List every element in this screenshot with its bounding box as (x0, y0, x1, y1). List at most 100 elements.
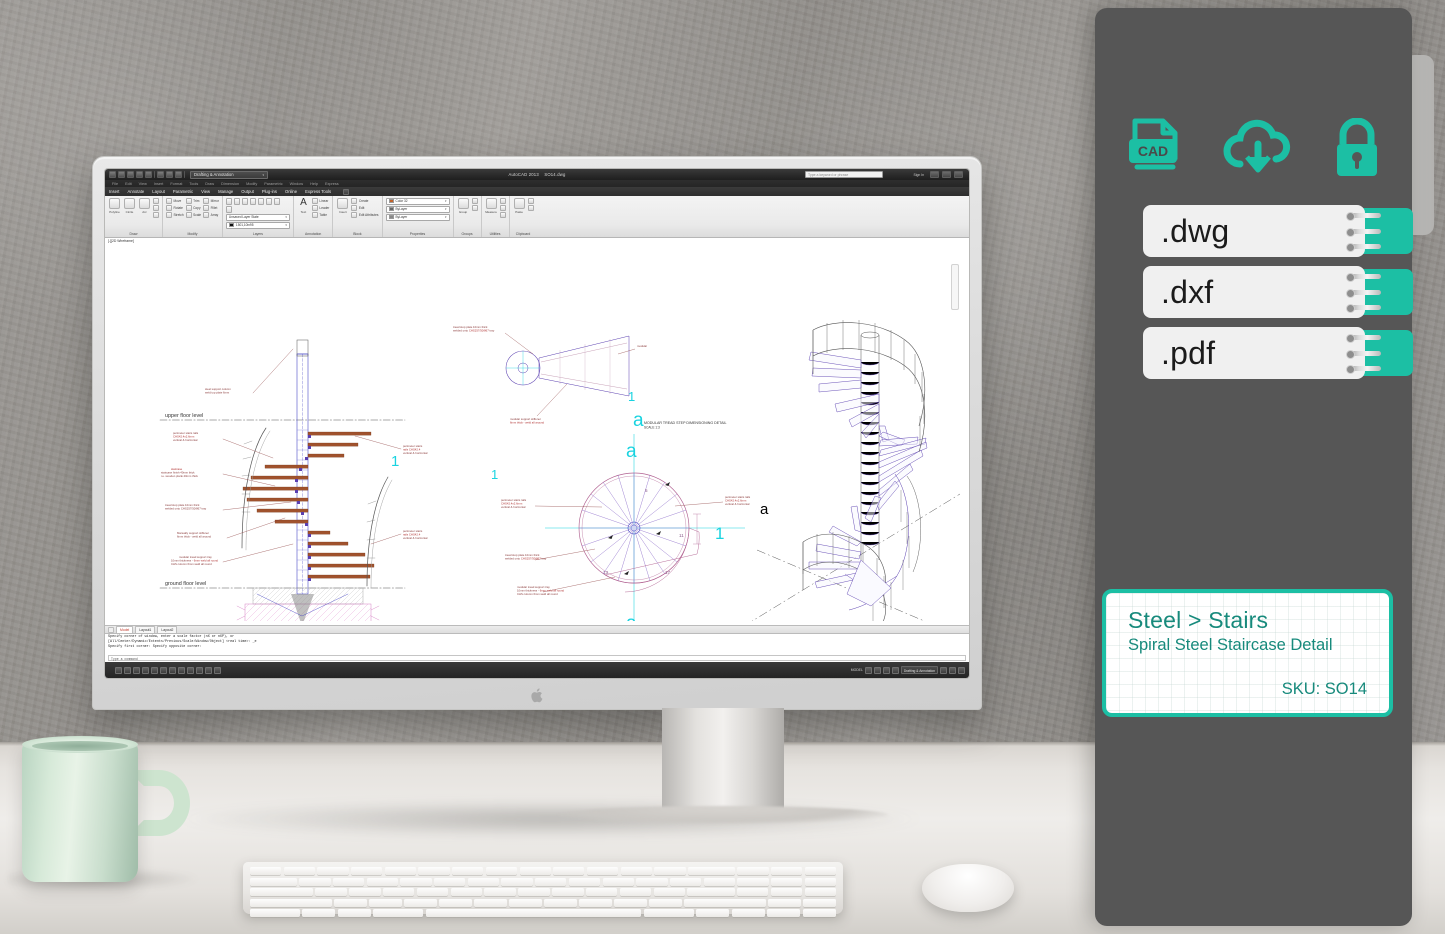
clipboard-extra[interactable] (527, 198, 534, 211)
key[interactable] (614, 898, 647, 907)
mouse[interactable] (922, 864, 1014, 912)
selection-cycling-icon[interactable] (214, 666, 221, 674)
block-buttons[interactable]: Insert Create Edit Edit Attributes (336, 198, 379, 224)
hardware-acceleration-icon[interactable] (940, 666, 947, 674)
key[interactable] (250, 898, 332, 907)
key[interactable] (250, 909, 300, 918)
key[interactable] (687, 888, 735, 897)
object-snap-icon[interactable] (151, 666, 158, 674)
area-button[interactable] (499, 212, 506, 218)
clipboard-buttons[interactable]: Paste (513, 198, 534, 224)
quick-calc-button[interactable] (499, 198, 506, 204)
key[interactable] (619, 888, 652, 897)
leader-button[interactable]: Leader (311, 205, 329, 211)
dynamic-input-icon[interactable] (178, 666, 185, 674)
ribbon-tab-annotate[interactable]: Annotate (127, 189, 144, 194)
menu-item-insert[interactable]: Insert (154, 182, 164, 186)
table-button[interactable]: Table (311, 212, 329, 218)
trim-button[interactable]: Mirror (203, 198, 219, 204)
menu-item-dimension[interactable]: Dimension (221, 182, 239, 186)
arc-button[interactable]: Arc (138, 198, 151, 224)
insert-block-button[interactable]: Insert (336, 198, 349, 224)
key[interactable] (418, 867, 450, 875)
ribbon-minimize-icon[interactable] (343, 188, 350, 195)
menu-item-view[interactable]: View (139, 182, 147, 186)
layout-tab-layout1[interactable]: Layout1 (135, 626, 156, 633)
ribbon-tab-bar[interactable]: Insert Annotate Layout Parametric View M… (105, 187, 969, 196)
keyboard-row-4[interactable] (250, 898, 836, 907)
key[interactable] (770, 888, 803, 897)
rotate-button[interactable]: Trim (185, 198, 201, 204)
key[interactable] (585, 888, 618, 897)
edit-block-button[interactable]: Edit (351, 205, 378, 211)
move-button[interactable]: Move (166, 198, 184, 204)
key[interactable] (653, 888, 685, 897)
key[interactable] (768, 898, 801, 907)
key[interactable] (804, 867, 836, 875)
close-button[interactable] (954, 171, 963, 178)
array-button[interactable]: Array (203, 212, 219, 218)
menu-item-format[interactable]: Format (170, 182, 182, 186)
quick-access-toolbar[interactable] (105, 171, 185, 178)
menu-item-parametric[interactable]: Parametric (264, 182, 282, 186)
layer-off-icon[interactable] (233, 198, 241, 205)
transparency-icon[interactable] (196, 666, 203, 674)
key[interactable] (283, 867, 315, 875)
lineweight-combo[interactable]: ByLayer ▾ (385, 214, 450, 221)
menu-item-help[interactable]: Help (310, 182, 318, 186)
copy-clip-button[interactable] (527, 205, 534, 211)
layout-tab-model[interactable]: Model (116, 626, 134, 633)
mirror-button[interactable]: Copy (185, 205, 201, 211)
annotation-visibility-icon[interactable] (882, 666, 890, 674)
key[interactable] (302, 909, 336, 918)
key[interactable] (803, 898, 836, 907)
isolate-objects-icon[interactable] (949, 666, 956, 674)
save-as-icon[interactable] (145, 171, 152, 178)
key[interactable] (767, 909, 801, 918)
utilities-extra[interactable] (499, 198, 506, 218)
key[interactable] (369, 898, 402, 907)
spacebar-key[interactable] (425, 909, 642, 918)
cut-button[interactable] (527, 198, 534, 204)
extension-row-pdf[interactable]: .pdf (1095, 327, 1413, 379)
key[interactable] (649, 898, 682, 907)
key[interactable] (544, 898, 577, 907)
menu-item-modify[interactable]: Modify (246, 182, 257, 186)
add-layout-icon[interactable] (108, 626, 114, 633)
key[interactable] (620, 867, 652, 875)
groups-extra[interactable] (471, 198, 478, 211)
autocad-menu-bar[interactable]: File Edit View Insert Format Tools Draw … (105, 180, 969, 187)
key[interactable] (501, 877, 533, 886)
otrack-icon[interactable] (160, 666, 167, 674)
annotation-scale-icon[interactable] (873, 666, 881, 674)
ribbon-tab-parametric[interactable]: Parametric (173, 189, 193, 194)
layer-lock-icon[interactable] (257, 198, 265, 205)
linear-dim-button[interactable]: Linear (311, 198, 329, 204)
key[interactable] (452, 867, 484, 875)
key[interactable] (400, 877, 432, 886)
key[interactable] (669, 877, 702, 886)
key[interactable] (439, 898, 472, 907)
key[interactable] (450, 888, 483, 897)
key[interactable] (317, 867, 349, 875)
layout-tab-layout2[interactable]: Layout2 (157, 626, 178, 633)
layer-isolate-icon[interactable] (241, 198, 249, 205)
group-edit-button[interactable] (471, 205, 478, 211)
command-input[interactable]: Type a command (108, 655, 966, 661)
key[interactable] (737, 877, 769, 886)
status-bar[interactable]: MODEL Drafting & Annotation (105, 662, 969, 678)
undo-icon[interactable] (166, 171, 173, 178)
key[interactable] (250, 888, 313, 897)
fillet-button[interactable]: Fillet (203, 205, 219, 211)
ribbon-tab-insert[interactable]: Insert (109, 189, 119, 194)
layer-tool-icons[interactable] (225, 198, 288, 213)
key[interactable] (804, 877, 836, 886)
modify-col-2[interactable]: Trim Copy Scale (185, 198, 201, 218)
redo-icon[interactable] (175, 171, 182, 178)
layer-state-combo[interactable]: Unsaved Layer State ▾ (225, 214, 290, 221)
key[interactable] (434, 877, 466, 886)
key[interactable] (315, 888, 347, 897)
ribbon-tab-express-tools[interactable]: Express Tools (305, 189, 331, 194)
menu-item-file[interactable]: File (112, 182, 118, 186)
key[interactable] (696, 909, 730, 918)
